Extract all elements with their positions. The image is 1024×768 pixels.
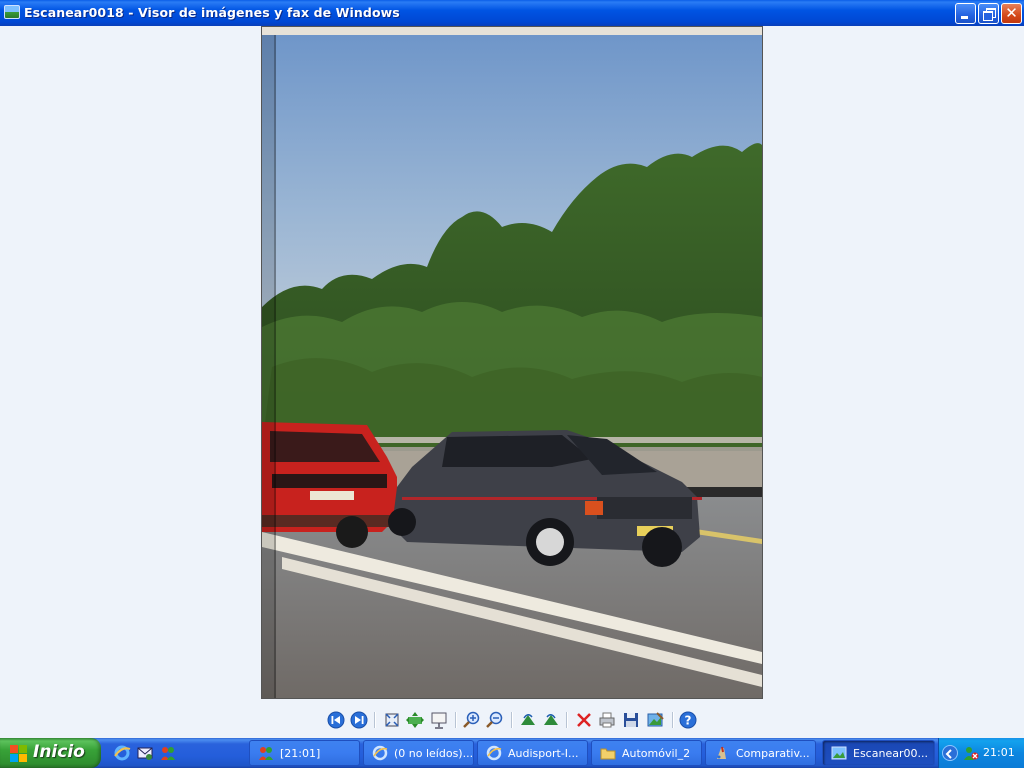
toolbar-separator bbox=[672, 712, 674, 728]
taskbar-item-messenger[interactable]: [21:01] bbox=[249, 740, 360, 766]
taskbar-item-mail[interactable]: (0 no leídos)... bbox=[363, 740, 474, 766]
taskbar-item-label: Comparativ... bbox=[736, 747, 810, 760]
show-hidden-icons-button[interactable] bbox=[942, 745, 958, 761]
close-icon: ✕ bbox=[1005, 4, 1018, 22]
zoom-out-icon[interactable] bbox=[485, 710, 505, 730]
restore-icon bbox=[983, 8, 996, 21]
taskbar-item-image-viewer[interactable]: Escanear00... bbox=[822, 740, 935, 766]
scanned-image bbox=[261, 26, 763, 699]
rotate-clockwise-icon[interactable] bbox=[518, 710, 538, 730]
mail-icon bbox=[372, 745, 388, 761]
viewer-toolbar: ? bbox=[0, 706, 1024, 734]
taskbar-item-label: Escanear00... bbox=[853, 747, 928, 760]
delete-icon[interactable] bbox=[574, 710, 594, 730]
taskbar-item-label: (0 no leídos)... bbox=[394, 747, 472, 760]
toolbar-separator bbox=[566, 712, 568, 728]
image-viewer-icon bbox=[831, 746, 847, 760]
print-icon[interactable] bbox=[597, 710, 617, 730]
browser-icon bbox=[486, 745, 502, 761]
image-view-area bbox=[0, 26, 1024, 704]
window-title: Escanear0018 - Visor de imágenes y fax d… bbox=[24, 5, 400, 20]
zoom-in-icon[interactable] bbox=[462, 710, 482, 730]
start-label: Inicio bbox=[33, 742, 85, 762]
paint-icon bbox=[717, 746, 726, 759]
system-tray: 21:01 bbox=[938, 738, 1024, 768]
scanned-photo bbox=[262, 27, 762, 698]
image-viewer-icon bbox=[4, 5, 20, 19]
taskbar-item-paint[interactable]: Comparativ... bbox=[705, 740, 816, 766]
toolbar-separator bbox=[374, 712, 376, 728]
internet-explorer-icon[interactable] bbox=[113, 744, 131, 762]
minimize-button[interactable] bbox=[955, 3, 976, 24]
taskbar: Inicio [21:01] (0 no leídos)... Audispor… bbox=[0, 738, 1024, 768]
clock: 21:01 bbox=[983, 746, 1015, 759]
taskbar-item-browser[interactable]: Audisport-I... bbox=[477, 740, 588, 766]
previous-image-icon[interactable] bbox=[326, 710, 346, 730]
open-editor-icon[interactable] bbox=[645, 710, 665, 730]
toolbar-separator bbox=[511, 712, 513, 728]
start-button[interactable]: Inicio bbox=[0, 738, 101, 768]
messenger-status-icon[interactable] bbox=[963, 745, 979, 761]
toolbar-separator bbox=[455, 712, 457, 728]
title-bar: Escanear0018 - Visor de imágenes y fax d… bbox=[0, 0, 1024, 26]
chevron-left-icon bbox=[945, 749, 952, 759]
svg-text:?: ? bbox=[685, 714, 692, 728]
rotate-counterclockwise-icon[interactable] bbox=[541, 710, 561, 730]
minimize-icon bbox=[961, 16, 968, 19]
help-icon[interactable]: ? bbox=[678, 710, 698, 730]
taskbar-item-label: Automóvil_2 bbox=[622, 747, 691, 760]
best-fit-icon[interactable] bbox=[382, 710, 402, 730]
windows-logo-icon bbox=[10, 745, 27, 762]
next-image-icon[interactable] bbox=[349, 710, 369, 730]
folder-icon bbox=[600, 748, 616, 760]
actual-size-icon[interactable] bbox=[405, 710, 425, 730]
slideshow-icon[interactable] bbox=[429, 710, 449, 730]
save-icon[interactable] bbox=[621, 710, 641, 730]
taskbar-item-folder[interactable]: Automóvil_2 bbox=[591, 740, 702, 766]
messenger-quicklaunch-icon[interactable] bbox=[159, 744, 177, 762]
taskbar-item-label: Audisport-I... bbox=[508, 747, 579, 760]
restore-button[interactable] bbox=[978, 3, 999, 24]
close-button[interactable]: ✕ bbox=[1001, 3, 1022, 24]
messenger-icon bbox=[259, 747, 273, 760]
taskbar-item-label: [21:01] bbox=[280, 747, 321, 760]
outlook-express-icon[interactable] bbox=[136, 744, 154, 762]
